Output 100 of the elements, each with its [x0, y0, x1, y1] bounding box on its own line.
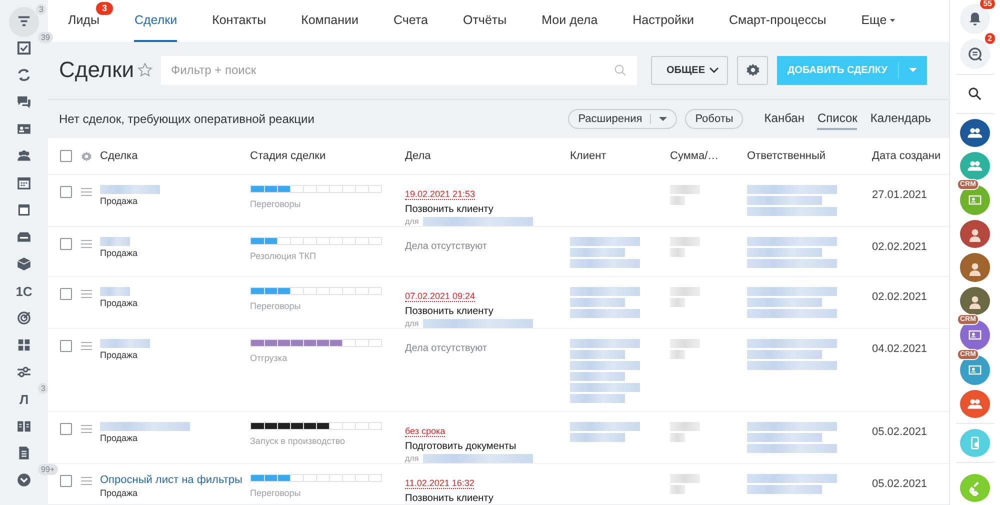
- counter-badge: 3: [36, 4, 46, 15]
- counter-badge: 3: [38, 383, 48, 394]
- drag-handle-icon[interactable]: [81, 342, 92, 350]
- blurred-text: [100, 185, 160, 194]
- deal-type: Продажа: [100, 488, 139, 498]
- column-header[interactable]: Стадия сделки: [250, 150, 405, 162]
- activity-for-label: для: [405, 319, 419, 328]
- activity-title[interactable]: Позвонить клиенту: [405, 493, 570, 504]
- stage-label: Отгрузка: [250, 353, 288, 364]
- table-cell: 05.02.2021: [872, 478, 928, 490]
- avatar[interactable]: [960, 253, 990, 282]
- deadline[interactable]: 07.02.2021 09:24: [405, 291, 476, 302]
- extensions-button[interactable]: Расширения: [568, 108, 678, 129]
- page-title: Сделки: [59, 57, 134, 84]
- view-tab[interactable]: Список: [817, 108, 858, 130]
- drag-handle-icon[interactable]: [81, 477, 92, 486]
- activity-title[interactable]: Позвонить клиенту: [405, 204, 570, 216]
- column-header[interactable]: Ответственный: [747, 150, 872, 162]
- deal-type: Продажа: [100, 298, 139, 308]
- activity-title[interactable]: Подготовить документы: [405, 441, 570, 452]
- sidebar-button[interactable]: Л: [11, 386, 37, 412]
- nav-tab[interactable]: Компании: [301, 0, 358, 42]
- deal-link[interactable]: Опросный лист на фильтры: [100, 474, 250, 486]
- document-icon: [16, 445, 32, 461]
- drawer-icon: [16, 229, 32, 245]
- nav-tab[interactable]: Еще: [861, 0, 895, 42]
- blurred-text: [570, 422, 640, 442]
- activity-for-label: для: [405, 454, 419, 464]
- blurred-text: [670, 185, 700, 206]
- column-header[interactable]: Дата создани: [872, 150, 950, 162]
- drag-handle-icon[interactable]: [81, 240, 92, 248]
- column-header[interactable]: Клиент: [570, 150, 670, 162]
- nav-tab[interactable]: Мои дела: [542, 0, 598, 42]
- nav-tab[interactable]: Смарт-процессы: [728, 0, 826, 42]
- drag-handle-icon[interactable]: [81, 425, 92, 434]
- table-cell: 27.01.2021: [872, 189, 928, 202]
- settings-button[interactable]: [737, 56, 768, 85]
- avatar[interactable]: [960, 220, 990, 248]
- caret-icon[interactable]: [659, 116, 668, 121]
- deal-type: Продажа: [100, 350, 139, 360]
- calendar-icon: [16, 175, 32, 191]
- table-cell: 02.02.2021: [872, 241, 928, 254]
- row-checkbox[interactable]: [60, 288, 72, 300]
- no-activities-text: Дела отсутствуют: [405, 241, 487, 252]
- chat-button[interactable]: [960, 39, 990, 69]
- deadline[interactable]: 19.02.2021 21:53: [405, 189, 476, 200]
- row-checkbox[interactable]: [60, 340, 72, 352]
- avatar[interactable]: [960, 286, 990, 315]
- nav-tab[interactable]: Настройки: [632, 0, 694, 42]
- settings-icon[interactable]: [81, 150, 92, 162]
- deal-type: Продажа: [100, 248, 139, 258]
- row-checkbox[interactable]: [60, 238, 72, 250]
- crm-chat-button[interactable]: [960, 185, 990, 216]
- deadline[interactable]: без срока: [405, 426, 446, 438]
- column-header[interactable]: Сумма/…: [670, 150, 747, 162]
- blurred-text: [570, 287, 640, 318]
- view-tab[interactable]: Канбан: [764, 108, 804, 130]
- deadline[interactable]: 11.02.2021 16:32: [405, 478, 474, 490]
- status-message: Нет сделок, требующих оперативной реакции: [59, 112, 316, 126]
- row-checkbox[interactable]: [60, 423, 72, 436]
- star-icon[interactable]: [136, 62, 153, 78]
- stage-progress-bar[interactable]: [250, 422, 382, 430]
- stage-label: Переговоры: [250, 301, 302, 312]
- sync-icon: [16, 67, 32, 83]
- preset-button[interactable]: ОБЩЕЕ: [650, 56, 728, 85]
- crm-chat-button[interactable]: [960, 354, 990, 385]
- blurred-text: [670, 422, 700, 442]
- activity-title[interactable]: Позвонить клиенту: [405, 306, 570, 318]
- chevron-down-icon: [16, 472, 32, 488]
- row-checkbox[interactable]: [60, 186, 72, 198]
- row-checkbox[interactable]: [60, 475, 72, 488]
- group-chat-button[interactable]: [960, 390, 990, 418]
- deal-type: Продажа: [100, 433, 139, 444]
- blurred-text: [100, 339, 150, 348]
- window-icon: [16, 202, 32, 218]
- robots-button[interactable]: Роботы: [685, 108, 744, 129]
- table-cell: 02.02.2021: [872, 291, 928, 304]
- group-chat-button[interactable]: [960, 119, 990, 148]
- stage-label: Резолюция ТКП: [250, 251, 318, 262]
- sidebar-button[interactable]: [9, 7, 39, 37]
- person-icon: [967, 226, 983, 242]
- box-icon: [16, 256, 32, 272]
- view-tab[interactable]: Календарь: [870, 108, 931, 130]
- grid-icon: [16, 337, 32, 353]
- counter-badge: 3: [96, 2, 114, 15]
- drag-handle-icon[interactable]: [81, 290, 92, 298]
- sidebar-button[interactable]: 1С: [11, 278, 37, 304]
- column-header[interactable]: Дела: [405, 150, 570, 162]
- blurred-text: [670, 287, 700, 308]
- nav-tab[interactable]: Контакты: [212, 0, 266, 42]
- nav-tab[interactable]: Отчёты: [462, 0, 507, 42]
- column-header[interactable]: Сделка: [100, 150, 250, 162]
- stage-label: Запуск в производство: [250, 436, 346, 446]
- nav-tab[interactable]: Сделки: [134, 0, 178, 42]
- crm-chat-button[interactable]: [960, 320, 990, 350]
- deal-type: Продажа: [100, 196, 139, 206]
- stage-label: Переговоры: [250, 488, 302, 498]
- nav-tab[interactable]: Счета: [394, 0, 428, 42]
- drag-handle-icon[interactable]: [81, 188, 92, 196]
- select-all-checkbox[interactable]: [60, 150, 72, 162]
